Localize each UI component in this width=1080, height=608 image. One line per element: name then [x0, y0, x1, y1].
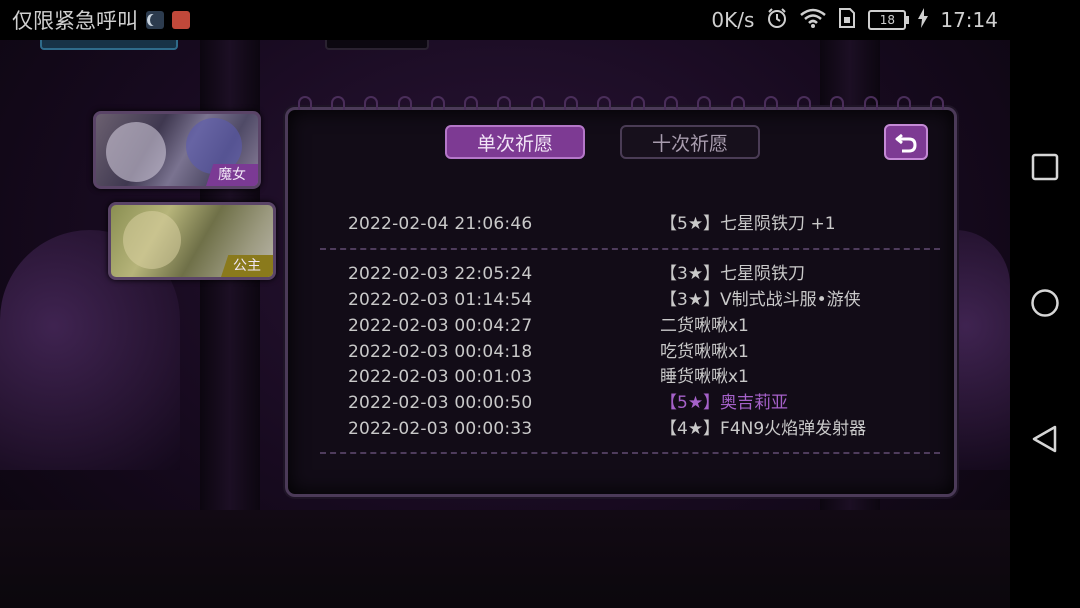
back-nav-button[interactable] [1030, 424, 1060, 454]
status-bar: 仅限紧急呼叫 0K/s 18 17:14 [0, 0, 1080, 40]
card-tag: 公主 [221, 255, 273, 277]
tab-ten-wish[interactable]: 十次祈愿 [620, 125, 760, 159]
floor [0, 510, 1010, 608]
record-item: 【3★】V制式战斗服•游侠 [660, 290, 861, 310]
charging-icon [918, 7, 929, 33]
game-scene: 魔女 公主 单次祈愿 十次祈愿 2022-02-04 21:06:46 【5★】… [0, 40, 1010, 608]
record-row: 2022-02-03 00:00:33 【4★】F4N9火焰弹发射器 [348, 416, 908, 442]
recents-square-icon [1031, 153, 1059, 181]
record-item: 睡货啾啾x1 [660, 367, 749, 387]
record-time: 2022-02-03 01:14:54 [348, 290, 533, 310]
record-time: 2022-02-03 00:01:03 [348, 367, 533, 387]
back-button[interactable] [884, 124, 928, 160]
record-item: 【3★】七星陨铁刀 [660, 264, 806, 284]
record-time: 2022-02-03 22:05:24 [348, 264, 533, 284]
wish-history-panel: 单次祈愿 十次祈愿 2022-02-04 21:06:46 【5★】七星陨铁刀 … [285, 96, 957, 497]
home-circle-icon [1031, 289, 1059, 317]
record-row: 2022-02-03 22:05:24 【3★】七星陨铁刀 [348, 261, 908, 287]
recents-button[interactable] [1030, 152, 1060, 182]
sim-icon [838, 7, 856, 34]
record-time: 2022-02-03 00:04:18 [348, 342, 533, 362]
tab-single-wish[interactable]: 单次祈愿 [445, 125, 585, 159]
wifi-icon [800, 7, 827, 34]
alarm-icon [766, 7, 788, 34]
back-triangle-icon [1032, 425, 1057, 453]
net-speed: 0K/s [711, 8, 755, 32]
record-item: 【5★】七星陨铁刀 +1 [660, 214, 836, 234]
record-item: 二货啾啾x1 [660, 316, 749, 336]
record-row: 2022-02-03 01:14:54 【3★】V制式战斗服•游侠 [348, 287, 908, 313]
portrait [106, 122, 166, 182]
record-item-highlight: 【5★】奥吉莉亚 [660, 393, 789, 413]
top-tab[interactable] [325, 40, 429, 50]
home-button[interactable] [1030, 288, 1060, 318]
dashed-divider [320, 452, 940, 454]
record-row: 2022-02-03 00:04:27 二货啾啾x1 [348, 313, 908, 339]
character-card-mage[interactable]: 魔女 [93, 111, 261, 189]
character-card-princess[interactable]: 公主 [108, 202, 276, 280]
dashed-divider [320, 248, 940, 250]
record-row: 2022-02-03 00:00:50 【5★】奥吉莉亚 [348, 390, 908, 416]
record-item: 【4★】F4N9火焰弹发射器 [660, 419, 867, 439]
record-time: 2022-02-03 00:00:33 [348, 419, 533, 439]
clock: 17:14 [940, 8, 998, 32]
top-tab[interactable] [40, 40, 178, 50]
record-row: 2022-02-04 21:06:46 【5★】七星陨铁刀 +1 [348, 211, 908, 237]
panel-crest [288, 96, 954, 110]
app-notification-icon [172, 11, 190, 29]
record-time: 2022-02-03 00:04:27 [348, 316, 533, 336]
navigation-bar [1010, 40, 1080, 608]
return-arrow-icon [895, 133, 917, 153]
record-row: 2022-02-03 00:01:03 睡货啾啾x1 [348, 364, 908, 390]
portrait [123, 211, 181, 269]
record-time: 2022-02-03 00:00:50 [348, 393, 533, 413]
battery-icon: 18 [868, 10, 910, 30]
record-row: 2022-02-03 00:04:18 吃货啾啾x1 [348, 339, 908, 365]
record-item: 吃货啾啾x1 [660, 342, 749, 362]
card-tag: 魔女 [206, 164, 258, 186]
carrier-text: 仅限紧急呼叫 [12, 9, 138, 33]
moon-icon [146, 11, 164, 29]
record-time: 2022-02-04 21:06:46 [348, 214, 533, 234]
